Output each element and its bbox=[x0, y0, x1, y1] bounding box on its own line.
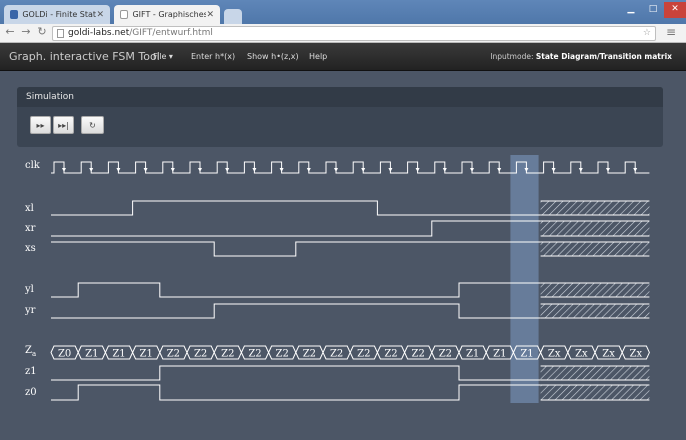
xs-unknown-region bbox=[540, 242, 650, 256]
clk-waveform bbox=[51, 161, 650, 174]
state-cell-label: Z2 bbox=[248, 349, 261, 360]
state-cell-label: Z2 bbox=[303, 349, 316, 360]
yl-waveform bbox=[51, 282, 541, 298]
z1-waveform bbox=[51, 365, 541, 381]
state-cell-label: Zx bbox=[602, 349, 615, 360]
state-cell-label: Z1 bbox=[112, 349, 125, 360]
state-cell-label: Z2 bbox=[330, 349, 343, 360]
state-cell-label: Zx bbox=[630, 349, 643, 360]
state-cell-label: Z1 bbox=[140, 349, 153, 360]
xl-unknown-region bbox=[540, 201, 650, 215]
xr-waveform bbox=[51, 220, 541, 237]
yr-waveform bbox=[51, 303, 541, 319]
z1-unknown-region bbox=[540, 366, 650, 380]
xr-unknown-region bbox=[540, 221, 650, 236]
z0-waveform bbox=[51, 384, 541, 401]
state-cell-label: Z2 bbox=[357, 349, 370, 360]
state-cell-label: Z2 bbox=[194, 349, 207, 360]
yl-unknown-region bbox=[540, 283, 650, 297]
state-cell-label: Z2 bbox=[439, 349, 452, 360]
yr-unknown-region bbox=[540, 304, 650, 318]
xl-waveform bbox=[51, 200, 541, 216]
current-step-highlight bbox=[510, 155, 539, 403]
state-cell-label: Z1 bbox=[85, 349, 98, 360]
state-cell-label: Z2 bbox=[167, 349, 180, 360]
state-cell-label: Z2 bbox=[221, 349, 234, 360]
state-cell-label: Z2 bbox=[412, 349, 425, 360]
state-cell-label: Z1 bbox=[520, 349, 533, 360]
timing-diagram[interactable]: Z0 Z1 Z1 Z1 Z2 Z2 Z2 Z2 Z2 Z2 Z2 Z2 Z2 Z2 Z2 Z1 Z1 Z1 Zx Zx… bbox=[0, 0, 686, 440]
z0-unknown-region bbox=[540, 385, 650, 400]
state-cell-label: Zx bbox=[548, 349, 561, 360]
state-cell-label: Z1 bbox=[466, 349, 479, 360]
state-cell-label: Z2 bbox=[276, 349, 289, 360]
xs-waveform bbox=[51, 241, 541, 257]
state-cell-label: Z2 bbox=[384, 349, 397, 360]
state-cell-label: Z0 bbox=[58, 349, 71, 360]
state-cell-label: Z1 bbox=[493, 349, 506, 360]
state-cell-label: Zx bbox=[575, 349, 588, 360]
